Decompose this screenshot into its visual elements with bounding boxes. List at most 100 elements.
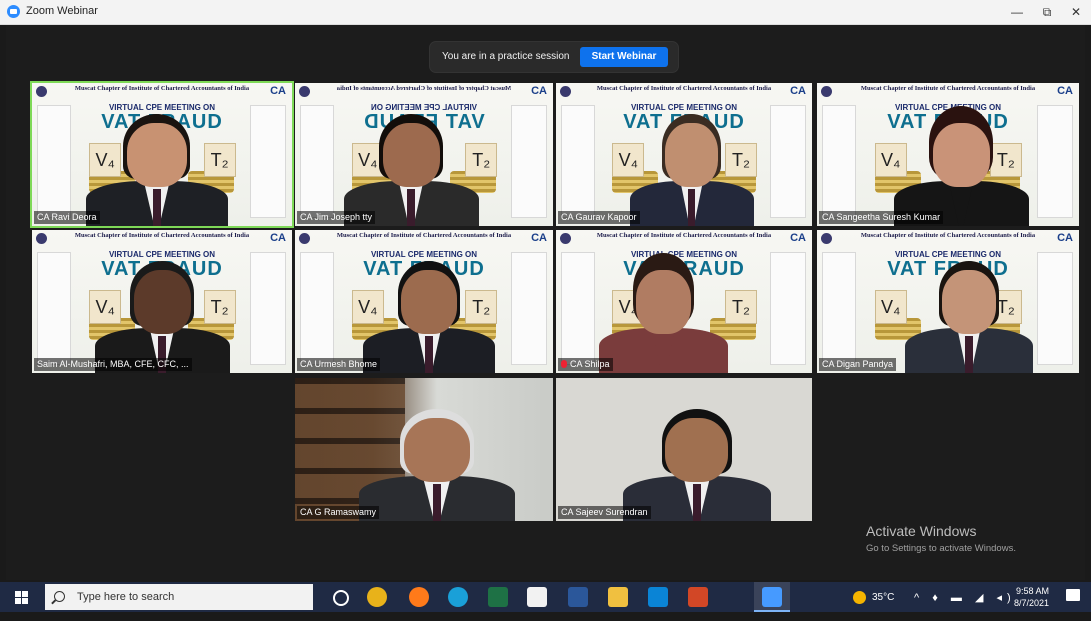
icai-logo-icon — [299, 233, 310, 244]
participant-tile[interactable]: Muscat Chapter of Institute of Chartered… — [556, 83, 812, 226]
title-bar: Zoom Webinar — ⧉ ✕ — [0, 0, 1091, 25]
participant-name-label: CA Ravi Deora — [34, 211, 100, 224]
edge-icon[interactable] — [448, 587, 468, 607]
slide-left-panel — [37, 105, 71, 218]
participant-name-label: CA Sangeetha Suresh Kumar — [819, 211, 944, 224]
notification-icon[interactable] — [1066, 589, 1080, 619]
excel-icon[interactable] — [488, 587, 508, 607]
window-title: Zoom Webinar — [26, 5, 98, 17]
muted-mic-icon — [561, 360, 567, 368]
store-icon[interactable] — [527, 587, 547, 607]
slide-right-panel — [770, 105, 806, 218]
start-webinar-button[interactable]: Start Webinar — [580, 47, 668, 67]
chrome-icon[interactable] — [367, 587, 387, 607]
participant-tile[interactable]: Muscat Chapter of Institute of Chartered… — [295, 83, 553, 226]
zoom-app-icon — [7, 5, 20, 18]
restore-button[interactable]: ⧉ — [1032, 0, 1062, 24]
slide-left-panel — [561, 105, 595, 218]
sun-icon — [853, 591, 866, 604]
slide-right-panel — [511, 105, 547, 218]
firefox-icon[interactable] — [409, 587, 429, 607]
slide-right-panel — [1037, 105, 1073, 218]
icai-logo-icon — [821, 233, 832, 244]
ca-logo-icon: CA — [270, 85, 286, 97]
icai-logo-icon — [299, 86, 310, 97]
windows-start-button[interactable] — [0, 582, 44, 612]
slide-left-panel — [561, 252, 595, 365]
icai-logo-icon — [36, 233, 47, 244]
ca-logo-icon: CA — [790, 85, 806, 97]
word-icon[interactable] — [568, 587, 588, 607]
close-button[interactable]: ✕ — [1061, 0, 1091, 24]
participant-tile[interactable]: CA Sajeev Surendran — [556, 378, 812, 521]
participant-name-label: CA Jim Joseph tty — [297, 211, 376, 224]
taskbar: Type here to search 35°C ^ ♦ ▬ ◢ ◂) 9:58… — [0, 582, 1091, 612]
participant-video — [336, 94, 486, 226]
participant-name-label: Saim Al-Mushafri, MBA, CFE, CFC, ... — [34, 358, 192, 371]
ca-logo-icon: CA — [270, 232, 286, 244]
participant-video — [356, 241, 503, 373]
participant-name-label: CA G Ramaswamy — [297, 506, 380, 519]
ca-logo-icon: CA — [531, 232, 547, 244]
participant-tile[interactable]: Muscat Chapter of Institute of Chartered… — [295, 230, 553, 373]
participant-tile[interactable]: CA G Ramaswamy — [295, 378, 553, 521]
task-view-icon[interactable] — [333, 590, 349, 606]
participant-tile[interactable]: Muscat Chapter of Institute of Chartered… — [32, 230, 292, 373]
ca-logo-icon: CA — [531, 85, 547, 97]
participant-name: CA Shilpa — [570, 359, 610, 369]
participant-video — [351, 389, 524, 521]
participant-name-label: CA Digan Pandya — [819, 358, 897, 371]
slide-left-panel — [37, 252, 71, 365]
weather-temp: 35°C — [872, 592, 895, 603]
participant-video — [592, 241, 735, 373]
participant-name: CA G Ramaswamy — [300, 507, 377, 517]
participant-name: CA Ravi Deora — [37, 212, 97, 222]
participant-name-label: CA Urmesh Bhome — [297, 358, 381, 371]
slide-left-panel — [300, 252, 334, 365]
participant-tile[interactable]: Muscat Chapter of Institute of Chartered… — [32, 83, 292, 226]
slide-right-panel — [511, 252, 547, 365]
participant-name: CA Sajeev Surendran — [561, 507, 648, 517]
participant-video — [87, 241, 237, 373]
icai-logo-icon — [560, 86, 571, 97]
taskbar-clock[interactable]: 9:58 AM 8/7/2021 — [1014, 585, 1049, 609]
active-app-highlight — [754, 582, 790, 612]
clock-date: 8/7/2021 — [1014, 598, 1050, 608]
minimize-button[interactable]: — — [1002, 0, 1032, 24]
participant-name: CA Gaurav Kapoor — [561, 212, 637, 222]
powerpoint-icon[interactable] — [688, 587, 708, 607]
ca-logo-icon: CA — [790, 232, 806, 244]
participant-name: CA Sangeetha Suresh Kumar — [822, 212, 941, 222]
participant-name-label: CA Gaurav Kapoor — [558, 211, 640, 224]
practice-session-text: You are in a practice session — [442, 51, 570, 62]
participant-video — [614, 389, 779, 521]
participant-video — [898, 241, 1041, 373]
system-tray-icons[interactable]: ^ ♦ ▬ ◢ ◂) — [914, 591, 1016, 621]
slide-right-panel — [1037, 252, 1073, 365]
ca-logo-icon: CA — [1057, 85, 1073, 97]
participant-name-label: CA Shilpa — [558, 358, 613, 371]
participant-name: Saim Al-Mushafri, MBA, CFE, CFC, ... — [37, 359, 189, 369]
icai-logo-icon — [560, 233, 571, 244]
slide-right-panel — [250, 252, 286, 365]
slide-left-panel — [822, 252, 856, 365]
taskbar-search-box[interactable]: Type here to search — [45, 584, 313, 610]
slide-right-panel — [770, 252, 806, 365]
participant-name: CA Digan Pandya — [822, 359, 894, 369]
participant-video — [623, 94, 761, 226]
slide-right-panel — [250, 105, 286, 218]
activate-windows-title: Activate Windows — [866, 523, 977, 539]
icai-logo-icon — [821, 86, 832, 97]
participant-tile[interactable]: Muscat Chapter of Institute of Chartered… — [817, 230, 1079, 373]
slide-left-panel — [822, 105, 856, 218]
participant-name: CA Urmesh Bhome — [300, 359, 378, 369]
participant-video — [886, 94, 1036, 226]
files-icon[interactable] — [608, 587, 628, 607]
icai-logo-icon — [36, 86, 47, 97]
practice-session-banner: You are in a practice session Start Webi… — [430, 42, 678, 72]
mail-icon[interactable] — [648, 587, 668, 607]
ca-logo-icon: CA — [1057, 232, 1073, 244]
participant-tile[interactable]: Muscat Chapter of Institute of Chartered… — [556, 230, 812, 373]
participant-tile[interactable]: Muscat Chapter of Institute of Chartered… — [817, 83, 1079, 226]
participant-name-label: CA Sajeev Surendran — [558, 506, 651, 519]
